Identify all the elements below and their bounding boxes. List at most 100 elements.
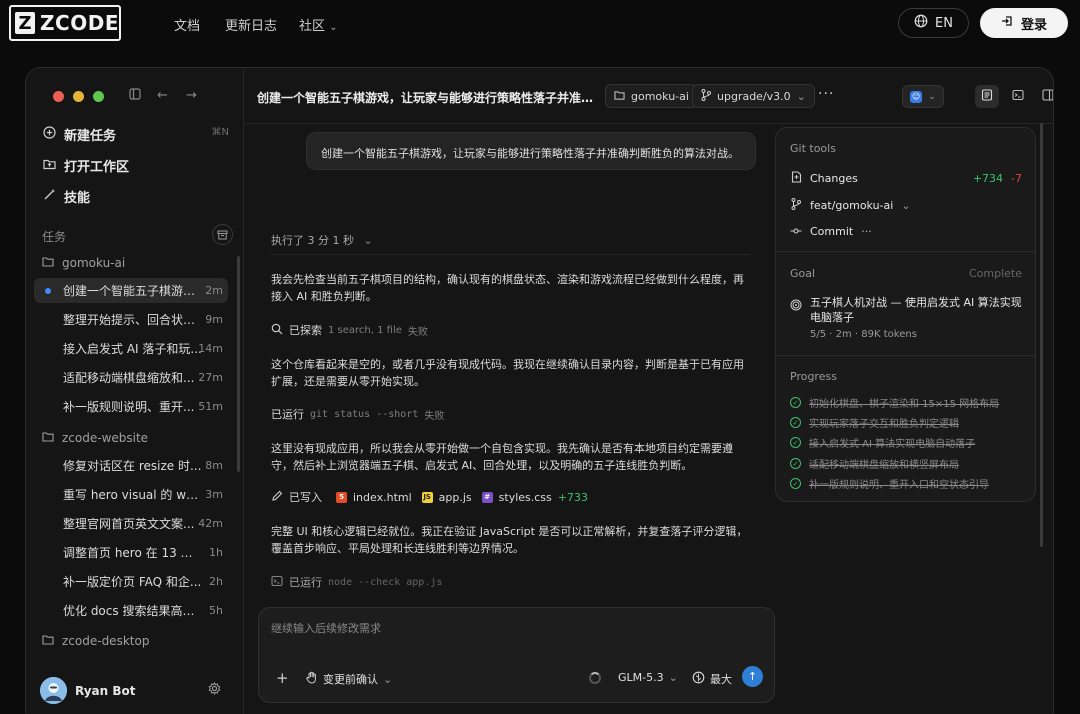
goal-meta: 5/5 · 2m · 89K tokens <box>810 329 917 340</box>
message-composer[interactable]: 继续输入后续修改需求 + 变更前确认 ⌄ GLM-5.3 ⌄ 最大 ↑ <box>258 607 775 703</box>
skills-button[interactable]: 技能 <box>42 187 90 206</box>
group-zcode-desktop[interactable]: zcode-desktop <box>42 634 149 648</box>
task-item[interactable]: 整理官网首页英文文案... 42m <box>34 511 228 536</box>
ran-step[interactable]: 已运行 node --check app.js <box>271 574 442 590</box>
progress-text: 接入启发式 AI 算法实现电脑自动落子 <box>809 439 976 450</box>
git-branch-icon <box>790 198 802 213</box>
confirm-mode-label: 变更前确认 <box>323 673 378 686</box>
task-item[interactable]: 调整首页 hero 在 13 寸和... 1h <box>34 540 228 565</box>
close-window-dot[interactable] <box>53 91 64 102</box>
language-label: EN <box>935 15 953 31</box>
open-in-app-button[interactable]: ☺ ⌄ <box>902 85 944 108</box>
sidebar-toggle-icon[interactable] <box>129 88 141 104</box>
task-item[interactable]: 创建一个智能五子棋游戏... 2m <box>34 278 228 303</box>
task-item[interactable]: 修复对话区在 resize 时... 8m <box>34 453 228 478</box>
send-arrow-icon[interactable]: ↑ <box>742 666 763 687</box>
group-name: zcode-website <box>62 431 149 445</box>
goal-label: Goal <box>790 267 816 280</box>
chat-scrollbar[interactable] <box>1040 123 1043 547</box>
task-item[interactable]: 适配移动端棋盘缩放和... 27m <box>34 365 228 390</box>
step-label: 已探索 <box>289 324 322 337</box>
folder-icon <box>614 90 625 103</box>
task-item[interactable]: 优化 docs 搜索结果高亮... 5h <box>34 598 228 623</box>
chevron-down-icon: ⌄ <box>928 91 936 102</box>
document-view-button[interactable] <box>975 85 999 108</box>
branch-row[interactable]: feat/gomoku-ai ⌄ <box>790 198 911 213</box>
add-attachment-icon[interactable]: + <box>276 669 289 687</box>
changes-row[interactable]: Changes +734 -7 <box>790 171 1022 186</box>
ran-step[interactable]: 已运行 git status --short 失败 <box>271 406 444 422</box>
minimize-window-dot[interactable] <box>73 91 84 102</box>
new-task-button[interactable]: 新建任务 <box>42 125 116 144</box>
progress-item: ✓ 实现玩家落子交互和胜负判定逻辑 <box>790 415 959 430</box>
maximize-window-dot[interactable] <box>93 91 104 102</box>
task-time: 1h <box>209 546 223 559</box>
folder-icon <box>42 431 54 445</box>
open-workspace-button[interactable]: 打开工作区 <box>42 156 129 175</box>
progress-text: 初始化棋盘、棋子渲染和 15×15 网格布局 <box>809 399 1000 410</box>
workspace-chip[interactable]: gomoku-ai <box>605 84 698 108</box>
workspace-name: gomoku-ai <box>631 89 689 103</box>
toggle-panel-button[interactable] <box>1036 85 1053 108</box>
zcode-logo[interactable]: Z ZCODE <box>9 5 121 41</box>
branch-selector[interactable]: upgrade/v3.0 ⌄ <box>692 84 815 108</box>
progress-text: 适配移动端棋盘缩放和横竖屏布局 <box>809 460 959 471</box>
js-file-icon: JS <box>421 491 433 503</box>
folder-icon <box>42 158 56 174</box>
command-text: git status --short <box>310 408 419 420</box>
task-item[interactable]: 接入启发式 AI 落子和玩... 14m <box>34 336 228 361</box>
sidebar-scrollbar[interactable] <box>237 256 240 472</box>
archive-icon[interactable] <box>212 224 233 245</box>
user-profile[interactable]: Ryan Bot <box>40 677 135 704</box>
file-name[interactable]: index.html <box>353 491 412 504</box>
language-button[interactable]: EN <box>898 8 969 38</box>
nav-docs[interactable]: 文档 <box>174 15 200 34</box>
document-icon <box>981 89 993 104</box>
nav-community[interactable]: 社区 ⌄ <box>299 15 338 34</box>
pencil-icon <box>271 490 283 505</box>
task-item[interactable]: 补一版规则说明、重开... 51m <box>34 394 228 419</box>
login-button[interactable]: 登录 <box>980 8 1068 38</box>
check-circle-icon: ✓ <box>790 437 801 448</box>
back-arrow-icon[interactable]: ← <box>157 88 168 103</box>
wrote-step[interactable]: 已写入 5 index.html JS app.js # styles.css … <box>271 489 588 505</box>
terminal-icon <box>271 575 283 590</box>
logo-text: ZCODE <box>40 11 119 35</box>
explored-step[interactable]: 已探索 1 search, 1 file 失败 <box>271 322 428 338</box>
site-nav: Z ZCODE 文档 更新日志 社区 ⌄ EN 登录 <box>0 0 1080 46</box>
model-selector[interactable]: GLM-5.3 ⌄ <box>618 671 678 684</box>
composer-placeholder[interactable]: 继续输入后续修改需求 <box>271 620 381 636</box>
group-gomoku-ai[interactable]: gomoku-ai <box>42 256 125 270</box>
effort-selector[interactable]: 最大 <box>692 671 732 687</box>
step-label: 已运行 <box>271 408 304 421</box>
more-options-icon[interactable]: ··· <box>818 86 834 102</box>
forward-arrow-icon[interactable]: → <box>186 88 197 103</box>
task-item[interactable]: 重写 hero visual 的 work... 3m <box>34 482 228 507</box>
task-time: 42m <box>198 517 223 530</box>
file-name[interactable]: styles.css <box>499 491 552 504</box>
gear-icon[interactable] <box>208 681 221 699</box>
confirm-mode-selector[interactable]: 变更前确认 ⌄ <box>305 671 392 687</box>
target-icon <box>790 296 802 315</box>
group-zcode-website[interactable]: zcode-website <box>42 431 148 445</box>
css-file-icon: # <box>481 491 493 503</box>
check-circle-icon: ✓ <box>790 458 801 469</box>
nav-changelog[interactable]: 更新日志 <box>225 15 277 34</box>
progress-item: ✓ 适配移动端棋盘缩放和横竖屏布局 <box>790 456 959 471</box>
assistant-paragraph: 这里没有现成应用，所以我会从零开始做一个自包含实现。我先确认是否有本地项目约定需… <box>271 442 733 472</box>
progress-item: ✓ 初始化棋盘、棋子渲染和 15×15 网格布局 <box>790 395 999 410</box>
task-item[interactable]: 补一版定价页 FAQ 和企... 2h <box>34 569 228 594</box>
terminal-button[interactable] <box>1006 85 1030 108</box>
model-name: GLM-5.3 <box>618 671 664 684</box>
nav-community-label: 社区 <box>299 19 326 34</box>
chevron-down-icon: ⌄ <box>796 89 806 103</box>
assistant-paragraph: 完整 UI 和核心逻辑已经就位。我正在验证 JavaScript 是否可以正常解… <box>271 525 748 555</box>
elapsed-time[interactable]: 执行了 3 分 1 秒 ⌄ <box>271 232 373 248</box>
more-options-icon[interactable]: ··· <box>861 225 872 238</box>
logo-mark: Z <box>15 12 36 34</box>
task-item[interactable]: 整理开始提示、回合状态... 9m <box>34 307 228 332</box>
task-time: 2m <box>205 284 223 297</box>
file-name[interactable]: app.js <box>439 491 472 504</box>
commit-row[interactable]: Commit ··· <box>790 225 872 238</box>
task-title: 整理开始提示、回合状态... <box>63 313 203 327</box>
